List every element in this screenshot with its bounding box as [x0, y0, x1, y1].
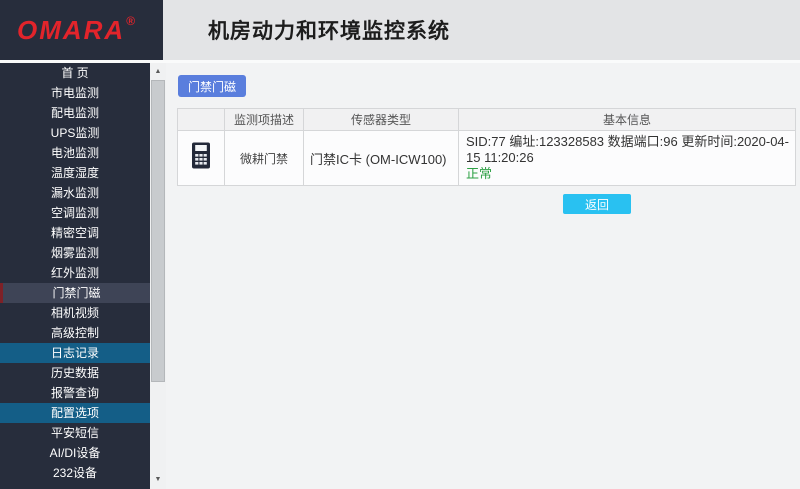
sidebar-item-power-dist-monitor[interactable]: 配电监测	[0, 103, 150, 123]
sidebar-item-camera-video[interactable]: 相机视频	[0, 303, 150, 323]
header-title-area: 机房动力和环境监控系统	[163, 0, 800, 60]
sidebar-item-aircon-monitor[interactable]: 空调监测	[0, 203, 150, 223]
sidebar-item-alarm-query[interactable]: 报警查询	[0, 383, 150, 403]
registered-trademark-icon: ®	[126, 14, 135, 28]
sidebar-item-ups-monitor[interactable]: UPS监测	[0, 123, 150, 143]
door-access-section-button[interactable]: 门禁门磁	[178, 75, 246, 97]
sidebar-item-232-devices[interactable]: 232设备	[0, 463, 150, 483]
monitor-desc-cell: 微耕门禁	[225, 131, 304, 186]
logo-block: OMARA ®	[0, 0, 163, 60]
sidebar-item-config-options[interactable]: 配置选项	[0, 403, 150, 423]
device-icon-cell	[178, 131, 225, 186]
table-row: 微耕门禁 门禁IC卡 (OM-ICW100) SID:77 编址:1233285…	[178, 131, 796, 186]
app-window: OMARA ® 机房动力和环境监控系统 首 页 市电监测 配电监测 UPS监测 …	[0, 0, 800, 489]
back-button[interactable]: 返回	[563, 194, 631, 214]
sensor-type-cell: 门禁IC卡 (OM-ICW100)	[304, 131, 459, 186]
basic-info-line: SID:77 编址:123328583 数据端口:96 更新时间:2020-04…	[466, 134, 791, 166]
sidebar-item-precision-aircon[interactable]: 精密空调	[0, 223, 150, 243]
sidebar-item-mains-monitor[interactable]: 市电监测	[0, 83, 150, 103]
scroll-down-icon[interactable]: ▼	[150, 472, 166, 488]
basic-info-cell: SID:77 编址:123328583 数据端口:96 更新时间:2020-04…	[459, 131, 796, 186]
sidebar-item-ai-di-devices[interactable]: AI/DI设备	[0, 443, 150, 463]
scrollbar-thumb[interactable]	[151, 80, 165, 382]
sidebar-item-advanced-control[interactable]: 高级控制	[0, 323, 150, 343]
status-badge: 正常	[466, 166, 791, 182]
table-header-type: 传感器类型	[304, 109, 459, 131]
sidebar-item-door-access[interactable]: 门禁门磁	[0, 283, 150, 303]
sidebar-item-log-records[interactable]: 日志记录	[0, 343, 150, 363]
omara-logo: OMARA	[17, 15, 125, 46]
main-content: 门禁门磁 监测项描述 传感器类型 基本信息	[166, 63, 800, 489]
table-header-desc: 监测项描述	[225, 109, 304, 131]
sidebar-item-safety-sms[interactable]: 平安短信	[0, 423, 150, 443]
sidebar-menu: 首 页 市电监测 配电监测 UPS监测 电池监测 温度湿度 漏水监测 空调监测 …	[0, 63, 150, 489]
card-reader-icon	[191, 142, 211, 169]
sensor-table: 监测项描述 传感器类型 基本信息	[177, 108, 796, 186]
sidebar-item-history-data[interactable]: 历史数据	[0, 363, 150, 383]
sidebar-item-smoke-monitor[interactable]: 烟雾监测	[0, 243, 150, 263]
app-body: 首 页 市电监测 配电监测 UPS监测 电池监测 温度湿度 漏水监测 空调监测 …	[0, 63, 800, 489]
sidebar-item-water-leak-monitor[interactable]: 漏水监测	[0, 183, 150, 203]
table-header-icon	[178, 109, 225, 131]
sidebar-item-home[interactable]: 首 页	[0, 63, 150, 83]
table-header-info: 基本信息	[459, 109, 796, 131]
sidebar-item-infrared-monitor[interactable]: 红外监测	[0, 263, 150, 283]
sidebar-scrollbar[interactable]: ▲ ▼	[150, 63, 166, 489]
app-header: OMARA ® 机房动力和环境监控系统	[0, 0, 800, 63]
page-title: 机房动力和环境监控系统	[208, 15, 450, 45]
sidebar-item-temp-humidity[interactable]: 温度湿度	[0, 163, 150, 183]
back-button-row: 返回	[166, 194, 800, 214]
sidebar-item-battery-monitor[interactable]: 电池监测	[0, 143, 150, 163]
scroll-up-icon[interactable]: ▲	[150, 64, 166, 80]
table-header-row: 监测项描述 传感器类型 基本信息	[178, 109, 796, 131]
